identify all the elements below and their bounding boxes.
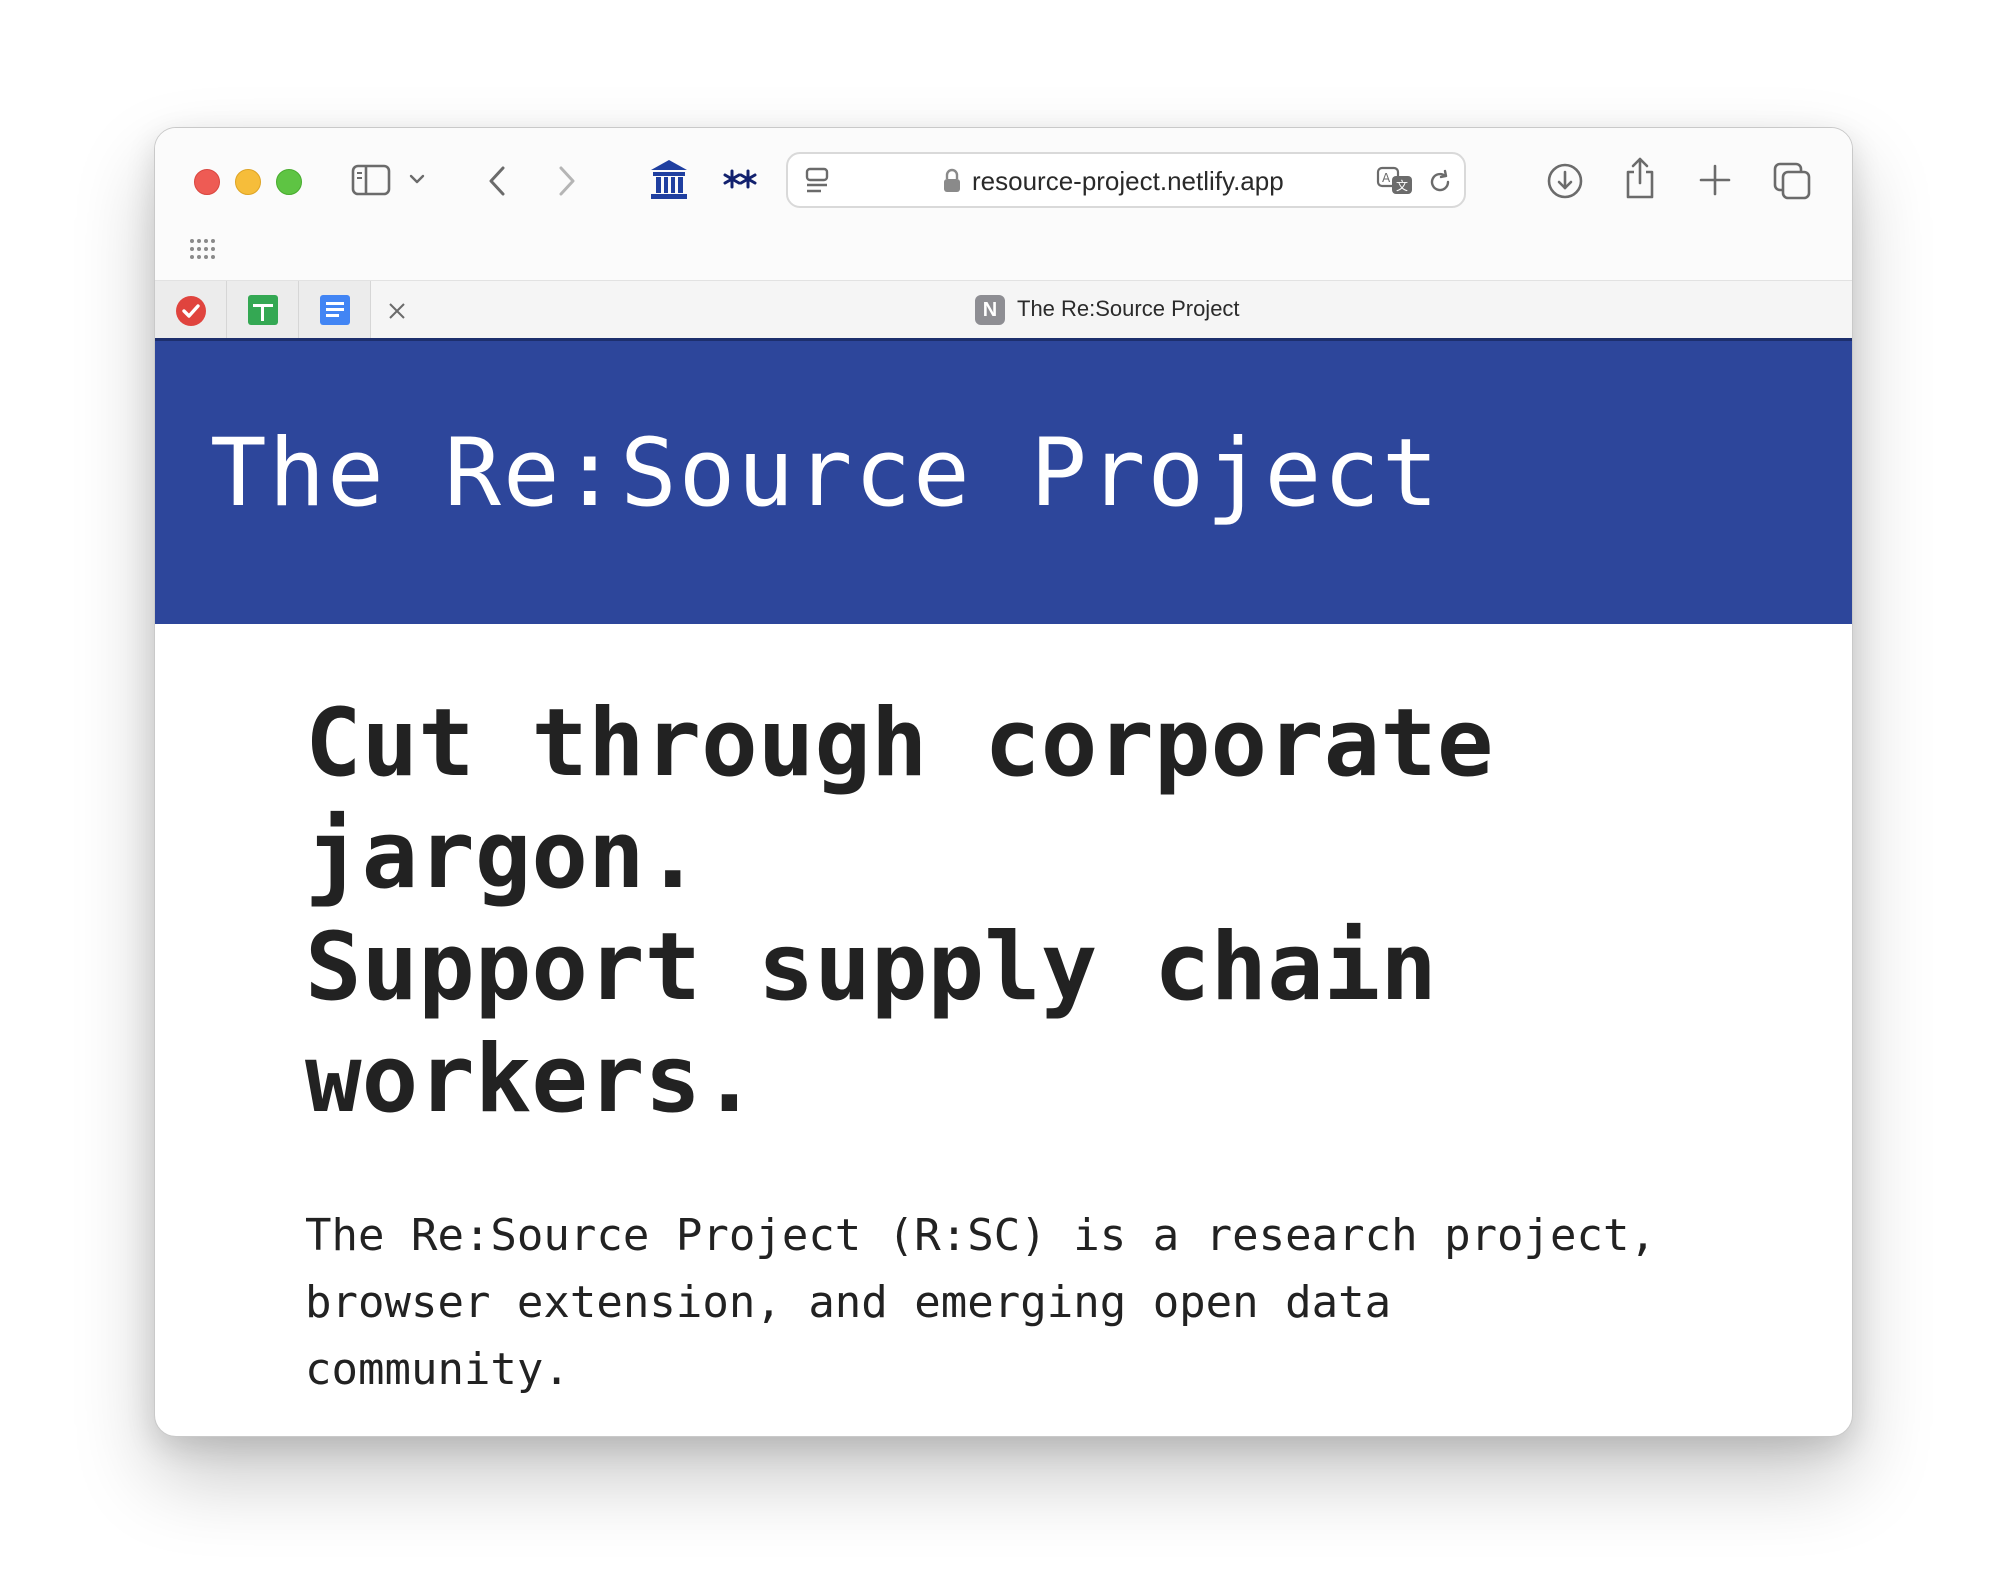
- intro-line: community.: [305, 1344, 570, 1395]
- intro-paragraph: The Re:Source Project (R:SC) is a resear…: [305, 1202, 1755, 1403]
- pinned-tab-todoist[interactable]: [155, 281, 227, 339]
- tabs-overview-icon[interactable]: [1772, 161, 1812, 201]
- share-icon[interactable]: [1623, 156, 1657, 200]
- reload-icon[interactable]: [1426, 168, 1454, 196]
- museum-icon[interactable]: [649, 158, 689, 200]
- forward-icon[interactable]: [555, 164, 579, 198]
- translate-icon[interactable]: A文: [1376, 166, 1416, 196]
- tab-title[interactable]: The Re:Source Project: [1017, 296, 1240, 322]
- headline-line: workers.: [305, 1025, 758, 1134]
- minimize-window-button[interactable]: [235, 169, 261, 195]
- sheets-icon: [247, 294, 279, 326]
- new-tab-icon[interactable]: [1698, 163, 1732, 197]
- intro-line: The Re:Source Project (R:SC) is a resear…: [305, 1210, 1657, 1261]
- sidebar-icon[interactable]: [351, 164, 391, 196]
- tab-favicon: N: [975, 295, 1005, 325]
- site-header: The Re:Source Project: [155, 338, 1852, 624]
- browser-window: resource-project.netlify.app A文 N The Re…: [154, 127, 1853, 1437]
- grid-icon[interactable]: [189, 238, 215, 260]
- site-title[interactable]: The Re:Source Project: [210, 419, 1440, 528]
- download-icon[interactable]: [1546, 162, 1584, 200]
- back-icon[interactable]: [485, 164, 509, 198]
- headline-line: Support supply chain: [305, 913, 1437, 1022]
- stars-icon[interactable]: [723, 168, 757, 190]
- headline-line: Cut through corporate: [305, 689, 1494, 798]
- headline: Cut through corporate jargon. Support su…: [305, 688, 1755, 1136]
- tab-bar: N The Re:Source Project: [155, 280, 1852, 339]
- zoom-window-button[interactable]: [276, 169, 302, 195]
- pinned-tab-sheets[interactable]: [227, 281, 299, 339]
- main-content: Cut through corporate jargon. Support su…: [305, 688, 1755, 1403]
- pinned-tab-docs[interactable]: [299, 281, 371, 339]
- close-icon[interactable]: [387, 301, 407, 321]
- lock-icon: [942, 168, 962, 194]
- reader-icon[interactable]: [804, 166, 832, 196]
- address-bar[interactable]: resource-project.netlify.app A文: [786, 152, 1466, 208]
- docs-icon: [319, 294, 351, 326]
- todoist-icon: [175, 295, 207, 327]
- headline-line: jargon.: [305, 801, 702, 910]
- url-text[interactable]: resource-project.netlify.app: [972, 166, 1284, 197]
- browser-toolbar: resource-project.netlify.app A文: [155, 128, 1852, 280]
- svg-text:A: A: [1382, 171, 1391, 185]
- close-window-button[interactable]: [194, 169, 220, 195]
- chevron-down-icon[interactable]: [408, 172, 426, 186]
- intro-line: browser extension, and emerging open dat…: [305, 1277, 1392, 1328]
- svg-text:文: 文: [1396, 178, 1408, 193]
